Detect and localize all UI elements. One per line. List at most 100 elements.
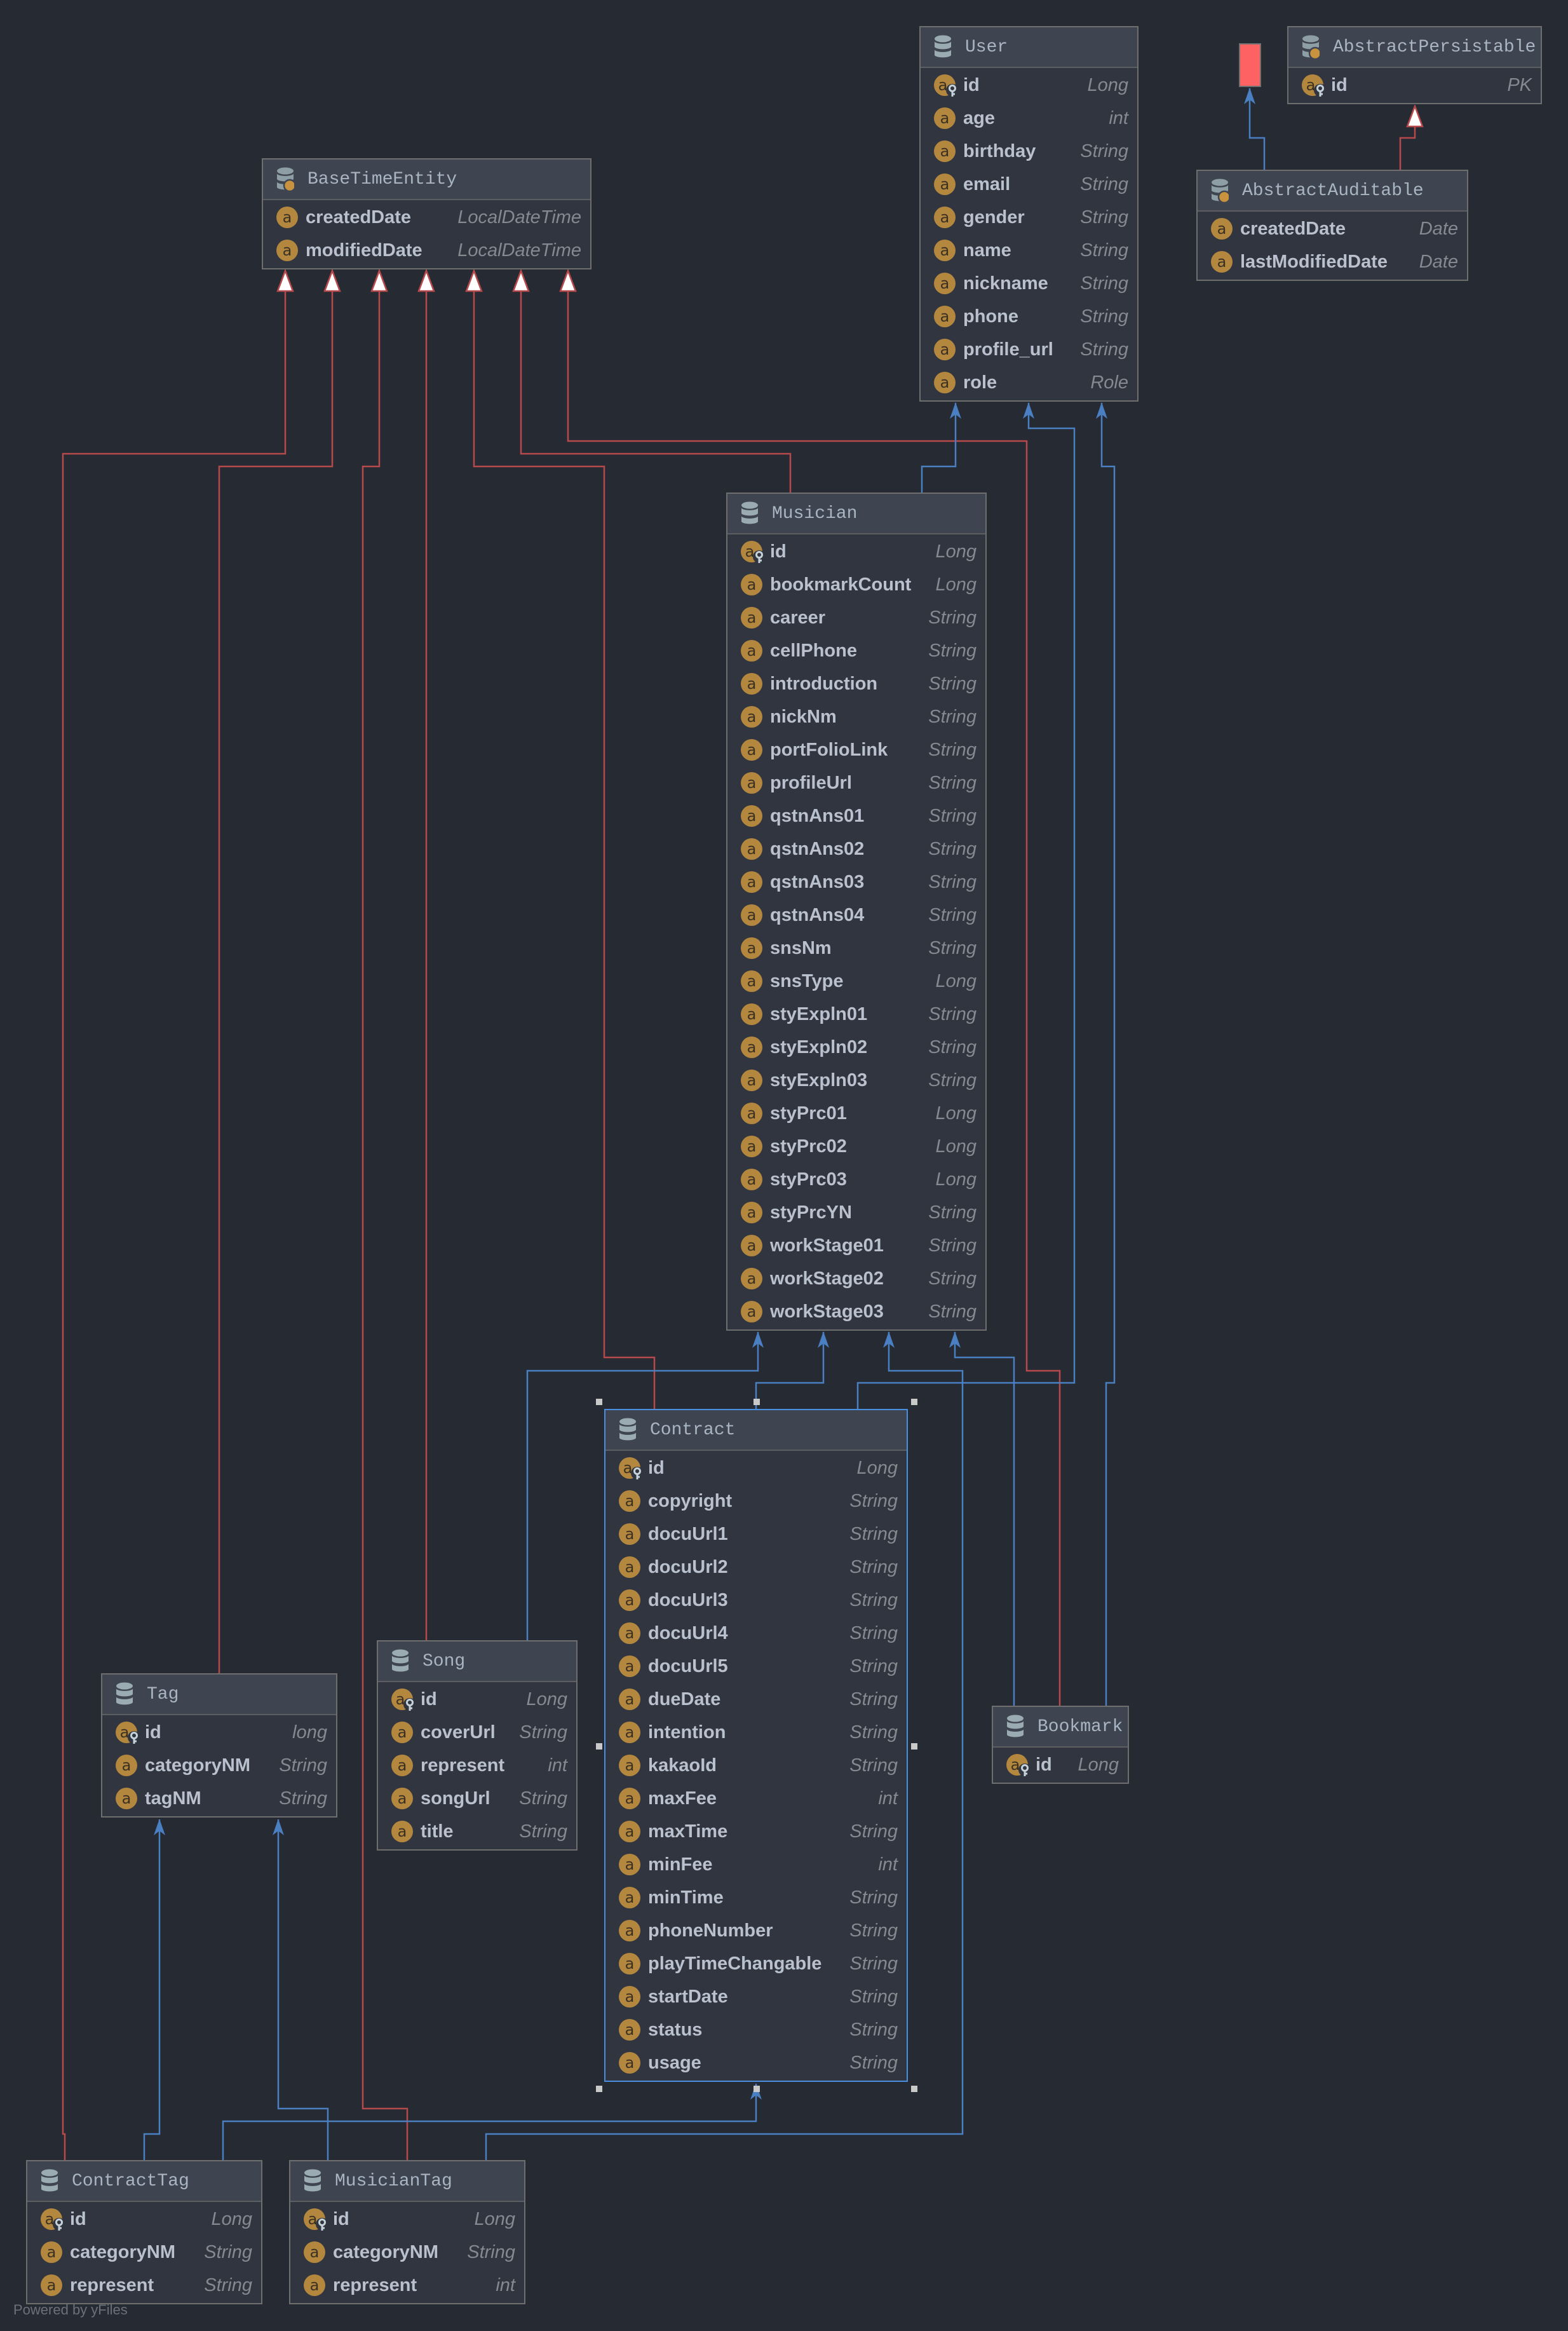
entity-contract[interactable]: Contract a id Long a copyright String a docuUrl…: [604, 1409, 908, 2082]
field-row[interactable]: a docuUrl4 String: [605, 1617, 907, 1650]
selection-handle-bottom[interactable]: [754, 2086, 760, 2092]
entity-header[interactable]: MusicianTag: [290, 2161, 524, 2202]
field-row[interactable]: a status String: [605, 2013, 907, 2046]
field-row[interactable]: a age int: [921, 102, 1137, 135]
entity-contract-tag[interactable]: ContractTag a id Long a categoryNM String a rep…: [26, 2160, 262, 2304]
field-row[interactable]: a kakaoId String: [605, 1749, 907, 1782]
field-row[interactable]: a tagNM String: [102, 1782, 336, 1815]
field-row[interactable]: a id PK: [1288, 69, 1541, 102]
entity-header[interactable]: Musician: [727, 494, 985, 534]
entity-abstract-persistable[interactable]: AbstractPersistable a id PK: [1287, 26, 1542, 104]
field-row[interactable]: a styExpln03 String: [727, 1064, 985, 1097]
entity-header[interactable]: BaseTimeEntity: [263, 160, 590, 200]
field-row[interactable]: a represent int: [378, 1749, 576, 1782]
field-row[interactable]: a snsNm String: [727, 932, 985, 965]
entity-tag[interactable]: Tag a id long a categoryNM String a tagNM String: [101, 1673, 337, 1818]
field-row[interactable]: a birthday String: [921, 135, 1137, 168]
field-row[interactable]: a qstnAns03 String: [727, 866, 985, 899]
field-row[interactable]: a cellPhone String: [727, 634, 985, 667]
entity-header[interactable]: AbstractPersistable: [1288, 27, 1541, 68]
field-row[interactable]: a coverUrl String: [378, 1716, 576, 1749]
inheritance-edge-musician-basetimeentity[interactable]: [521, 271, 792, 493]
field-row[interactable]: a title String: [378, 1815, 576, 1848]
field-row[interactable]: a modifiedDate LocalDateTime: [263, 234, 590, 267]
field-row[interactable]: a styPrc02 Long: [727, 1130, 985, 1163]
field-row[interactable]: a categoryNM String: [102, 1749, 336, 1782]
field-row[interactable]: a role Role: [921, 366, 1137, 399]
field-row[interactable]: a id Long: [727, 535, 985, 568]
selection-handle-top[interactable]: [754, 1399, 760, 1405]
field-row[interactable]: a docuUrl5 String: [605, 1650, 907, 1683]
field-row[interactable]: a createdDate Date: [1198, 212, 1467, 245]
field-row[interactable]: a usage String: [605, 2046, 907, 2079]
field-row[interactable]: a id Long: [921, 69, 1137, 102]
field-row[interactable]: a styPrc03 Long: [727, 1163, 985, 1196]
field-row[interactable]: a profile_url String: [921, 333, 1137, 366]
entity-header[interactable]: Bookmark: [993, 1707, 1128, 1748]
selection-handle-bottom-left[interactable]: [596, 2086, 602, 2092]
entity-header[interactable]: ContractTag: [27, 2161, 261, 2202]
field-row[interactable]: a docuUrl1 String: [605, 1518, 907, 1551]
inheritance-edge-musiciantag-basetimeentity[interactable]: [362, 271, 409, 2160]
entity-abstract-auditable[interactable]: AbstractAuditable a createdDate Date a lastM…: [1196, 170, 1468, 281]
association-edge-bookmark-user[interactable]: [1096, 402, 1116, 1706]
field-row[interactable]: a id Long: [290, 2203, 524, 2236]
field-row[interactable]: a profileUrl String: [727, 766, 985, 799]
selection-handle-left[interactable]: [596, 1743, 602, 1750]
field-row[interactable]: a dueDate String: [605, 1683, 907, 1716]
field-row[interactable]: a styPrcYN String: [727, 1196, 985, 1229]
field-row[interactable]: a maxTime String: [605, 1815, 907, 1848]
selection-handle-bottom-right[interactable]: [911, 2086, 917, 2092]
field-row[interactable]: a lastModifiedDate Date: [1198, 245, 1467, 278]
field-row[interactable]: a styExpln02 String: [727, 1031, 985, 1064]
field-row[interactable]: a nickNm String: [727, 700, 985, 733]
field-row[interactable]: a minFee int: [605, 1848, 907, 1881]
field-row[interactable]: a nickname String: [921, 267, 1137, 300]
entity-musician-tag[interactable]: MusicianTag a id Long a categoryNM String a rep…: [289, 2160, 525, 2304]
entity-header[interactable]: Contract: [605, 1410, 907, 1451]
field-row[interactable]: a name String: [921, 234, 1137, 267]
field-row[interactable]: a id Long: [605, 1451, 907, 1485]
field-row[interactable]: a qstnAns01 String: [727, 799, 985, 832]
field-row[interactable]: a id Long: [27, 2203, 261, 2236]
association-edge-contracttag-contract[interactable]: [222, 2083, 762, 2160]
field-row[interactable]: a represent String: [27, 2269, 261, 2302]
entity-base-time-entity[interactable]: BaseTimeEntity a createdDate LocalDateTime…: [262, 158, 591, 269]
field-row[interactable]: a workStage03 String: [727, 1295, 985, 1328]
entity-user[interactable]: User a id Long a age int a birthday String a email…: [919, 26, 1139, 402]
entity-header[interactable]: Song: [378, 1641, 576, 1682]
selection-handle-right[interactable]: [911, 1743, 917, 1750]
field-row[interactable]: a copyright String: [605, 1485, 907, 1518]
field-row[interactable]: a id long: [102, 1716, 336, 1749]
field-row[interactable]: a bookmarkCount Long: [727, 568, 985, 601]
entity-header[interactable]: User: [921, 27, 1137, 68]
field-row[interactable]: a snsType Long: [727, 965, 985, 998]
field-row[interactable]: a phoneNumber String: [605, 1914, 907, 1947]
entity-song[interactable]: Song a id Long a coverUrl String a represent int…: [377, 1640, 578, 1851]
field-row[interactable]: a workStage02 String: [727, 1262, 985, 1295]
field-row[interactable]: a id Long: [378, 1683, 576, 1716]
field-row[interactable]: a email String: [921, 168, 1137, 201]
field-row[interactable]: a intention String: [605, 1716, 907, 1749]
association-edge-bookmark-musician[interactable]: [949, 1331, 1015, 1706]
field-row[interactable]: a startDate String: [605, 1980, 907, 2013]
field-row[interactable]: a docuUrl3 String: [605, 1584, 907, 1617]
entity-header[interactable]: AbstractAuditable: [1198, 171, 1467, 212]
field-row[interactable]: a workStage01 String: [727, 1229, 985, 1262]
inheritance-edge-tag-basetimeentity[interactable]: [218, 271, 332, 1673]
entity-musician[interactable]: Musician a id Long a bookmarkCount Long a caree…: [726, 493, 987, 1331]
selection-handle-top-left[interactable]: [596, 1399, 602, 1405]
field-row[interactable]: a represent int: [290, 2269, 524, 2302]
field-row[interactable]: a categoryNM String: [290, 2236, 524, 2269]
inheritance-edge-abstractauditable-abstractpersistable[interactable]: [1399, 106, 1415, 170]
association-edge-musician-user[interactable]: [921, 402, 961, 493]
association-edge-contract-musician[interactable]: [755, 1331, 829, 1409]
collapsed-node[interactable]: [1239, 43, 1261, 87]
field-row[interactable]: a styPrc01 Long: [727, 1097, 985, 1130]
entity-bookmark[interactable]: Bookmark a id Long: [992, 1706, 1129, 1784]
field-row[interactable]: a categoryNM String: [27, 2236, 261, 2269]
association-edge-musiciantag-tag[interactable]: [273, 1819, 329, 2160]
association-edge-abstractauditable-collapsed-node[interactable]: [1244, 88, 1266, 170]
field-row[interactable]: a playTimeChangable String: [605, 1947, 907, 1980]
association-edge-contracttag-tag[interactable]: [143, 1819, 165, 2160]
